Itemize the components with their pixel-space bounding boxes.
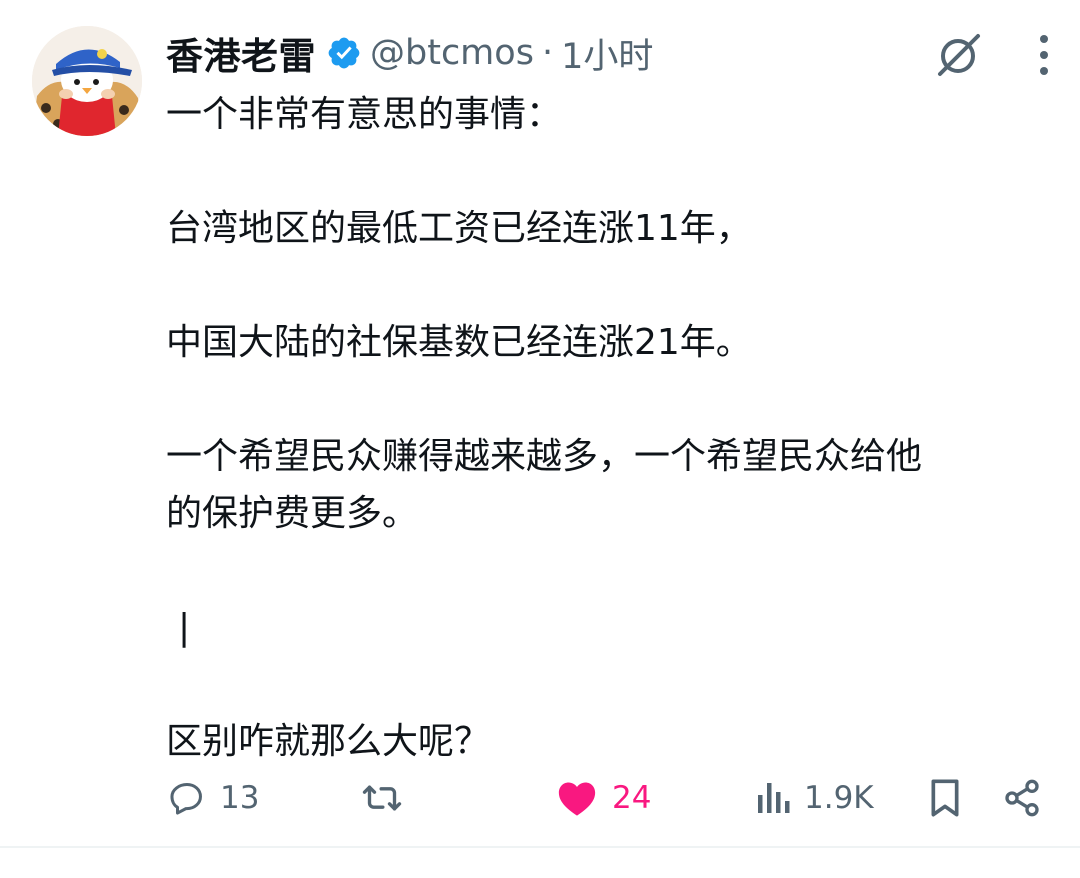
author-avatar[interactable] — [32, 26, 142, 136]
retweet-button[interactable] — [360, 768, 404, 828]
tweet-text-line: 台湾地区的最低工资已经连涨11年， — [166, 208, 752, 249]
views-button[interactable]: 1.9K — [756, 768, 874, 828]
tweet-actions: 13 24 1.9K — [0, 768, 1080, 828]
bookmark-icon — [931, 779, 959, 817]
like-button[interactable]: 24 — [556, 768, 651, 828]
tweet-timestamp[interactable]: 1小时 — [561, 28, 653, 79]
tweet-text-line: 区别咋就那么大呢？ — [166, 721, 491, 762]
views-icon — [758, 783, 790, 813]
tweet-header: 香港老雷 @btcmos · 1小时 — [166, 26, 653, 80]
reply-button[interactable]: 13 — [168, 768, 259, 828]
tweet: 香港老雷 @btcmos · 1小时 一个非常有意思的事情： 台湾地区的最低工资… — [0, 0, 1080, 878]
grok-icon[interactable] — [934, 30, 984, 80]
views-count: 1.9K — [804, 780, 874, 816]
heart-icon — [558, 782, 596, 816]
tweet-divider — [0, 846, 1080, 848]
reply-icon — [170, 783, 202, 815]
bookmark-button[interactable] — [928, 768, 962, 828]
retweet-icon — [362, 785, 402, 811]
tweet-body: 一个非常有意思的事情： 台湾地区的最低工资已经连涨11年， 中国大陆的社保基数已… — [166, 86, 1046, 770]
tweet-text-line: 一个希望民众赚得越来越多，一个希望民众给他 — [166, 436, 923, 477]
tweet-text-line: | — [178, 607, 191, 648]
header-separator: · — [541, 33, 554, 73]
tweet-text-line: 的保护费更多。 — [166, 493, 419, 534]
share-button[interactable] — [1002, 768, 1042, 828]
share-icon — [1005, 779, 1039, 817]
header-icons — [934, 30, 1050, 80]
verified-badge-icon — [326, 35, 362, 71]
tweet-text-line: 中国大陆的社保基数已经连涨21年。 — [166, 322, 752, 363]
tweet-text-line: 一个非常有意思的事情： — [166, 94, 563, 135]
reply-count: 13 — [220, 780, 260, 816]
more-options-icon[interactable] — [1038, 33, 1050, 77]
author-display-name[interactable]: 香港老雷 — [166, 26, 316, 80]
author-handle[interactable]: @btcmos — [370, 33, 534, 73]
penguin-avatar-icon — [32, 26, 142, 136]
like-count: 24 — [612, 780, 652, 816]
